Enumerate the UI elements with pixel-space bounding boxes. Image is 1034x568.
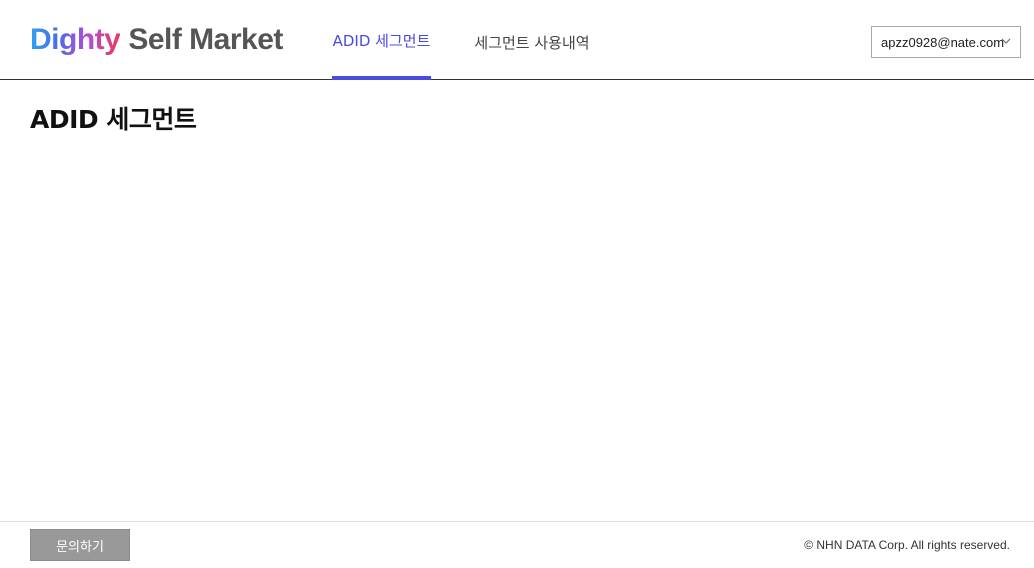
inquiry-button-label: 문의하기 bbox=[56, 539, 104, 555]
logo[interactable]: Dighty Self Market bbox=[30, 20, 283, 60]
header: Dighty Self Market ADID 세그먼트 세그먼트 사용내역 a… bbox=[0, 0, 1034, 80]
logo-brand: Dighty bbox=[30, 23, 121, 56]
inquiry-button[interactable]: 문의하기 bbox=[30, 529, 130, 561]
page: Dighty Self Market ADID 세그먼트 세그먼트 사용내역 a… bbox=[0, 0, 1034, 568]
tab-label: 세그먼트 사용내역 bbox=[474, 33, 590, 52]
tab-adid-segment[interactable]: ADID 세그먼트 bbox=[332, 0, 431, 80]
account-email: apzz0928@nate.com bbox=[881, 34, 1005, 50]
account-dropdown[interactable]: apzz0928@nate.com bbox=[871, 26, 1021, 58]
chevron-down-icon bbox=[1001, 38, 1011, 44]
logo-product: Self Market bbox=[128, 23, 283, 56]
page-title: ADID 세그먼트 bbox=[30, 105, 197, 134]
tab-segment-usage[interactable]: 세그먼트 사용내역 bbox=[466, 0, 598, 80]
tab-label: ADID 세그먼트 bbox=[332, 31, 431, 50]
copyright-text: © NHN DATA Corp. All rights reserved. bbox=[804, 538, 1010, 552]
footer: 문의하기 © NHN DATA Corp. All rights reserve… bbox=[0, 521, 1034, 568]
